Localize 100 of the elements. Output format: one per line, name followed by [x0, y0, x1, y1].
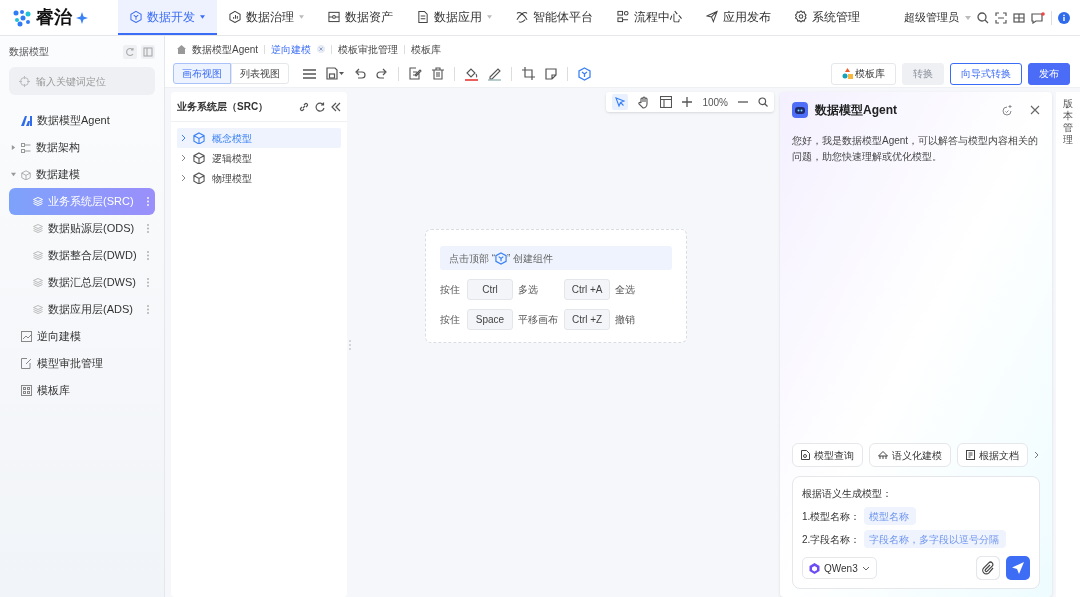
breadcrumb-link[interactable]: 模板库: [411, 41, 442, 57]
search-icon[interactable]: [758, 97, 768, 107]
action-button[interactable]: 发布: [1028, 62, 1070, 85]
attach-icon[interactable]: [976, 556, 1000, 580]
layer-item[interactable]: 数据整合层(DWD): [9, 242, 155, 269]
prompt-heading: 根据语义生成模型：: [802, 487, 893, 501]
field-label: 1.模型名称：: [802, 509, 861, 524]
tree-item[interactable]: 概念模型: [177, 128, 341, 148]
caret-icon: [965, 15, 971, 20]
info-icon[interactable]: [1058, 11, 1070, 24]
settings-icon: [795, 10, 807, 23]
sidebar-item[interactable]: 模板库: [9, 377, 155, 404]
breadcrumb-link[interactable]: 数据模型Agent: [192, 41, 259, 57]
cube-icon: [193, 152, 205, 164]
quick-action-button[interactable]: 语义化建模: [869, 443, 951, 467]
quick-action-button[interactable]: 模型查询: [792, 443, 863, 467]
chart-hexagon-icon: [229, 10, 241, 23]
key-cap: Ctrl +A: [564, 279, 611, 300]
resize-handle[interactable]: [349, 339, 351, 350]
grid-icon: [21, 385, 32, 396]
close-icon[interactable]: [317, 45, 326, 53]
note-icon[interactable]: [545, 67, 557, 80]
action-button[interactable]: 模板库: [831, 62, 896, 85]
nav-tab[interactable]: 系统管理: [783, 0, 872, 35]
quick-action-button[interactable]: 根据文档: [957, 443, 1028, 467]
menu-icon[interactable]: [303, 67, 316, 80]
nav-tab[interactable]: 数据治理: [217, 0, 316, 35]
logo-icon: [12, 8, 32, 27]
crop-icon[interactable]: [522, 67, 535, 80]
search-icon[interactable]: [977, 11, 989, 24]
chevron-right-icon[interactable]: [181, 174, 186, 182]
sidebar-item[interactable]: 数据建模: [9, 161, 155, 188]
layers-icon: [33, 305, 43, 314]
chevron-right-icon[interactable]: [1034, 451, 1039, 459]
input-field[interactable]: 模型名称: [864, 507, 917, 525]
model-select[interactable]: QWen3: [802, 557, 877, 579]
nav-tab[interactable]: 数据开发: [118, 0, 217, 35]
caret-right-icon[interactable]: [11, 145, 16, 150]
brand-name: 睿治: [36, 6, 72, 29]
search-field[interactable]: 输入关键词定位: [9, 67, 155, 95]
nav-tab[interactable]: 数据应用: [405, 0, 504, 35]
pen-icon[interactable]: [488, 66, 501, 81]
nav-tab[interactable]: 智能体平台: [504, 0, 605, 35]
layers-icon: [33, 251, 43, 260]
hint-text: 点击顶部 “: [449, 251, 496, 266]
new-chat-icon[interactable]: [1002, 104, 1013, 116]
sidebar-item[interactable]: 数据架构: [9, 134, 155, 161]
action-button[interactable]: 向导式转换: [950, 62, 1022, 85]
nav-tab[interactable]: 数据资产: [316, 0, 405, 35]
sidebar-item[interactable]: 模型审批管理: [9, 350, 155, 377]
component-icon[interactable]: [578, 66, 591, 81]
view-tab[interactable]: 列表视图: [231, 63, 289, 84]
home-icon[interactable]: [177, 44, 186, 54]
breadcrumb-link[interactable]: 模板审批管理: [338, 41, 399, 57]
nav-tab[interactable]: 流程中心: [605, 0, 694, 35]
zoom-in-icon[interactable]: [682, 97, 693, 107]
key-cap: Ctrl +Z: [564, 309, 611, 330]
close-icon[interactable]: [1030, 105, 1040, 115]
nav-tab[interactable]: 应用发布: [694, 0, 783, 35]
send-icon: [706, 10, 718, 23]
link-icon[interactable]: [299, 101, 309, 112]
pointer-icon[interactable]: [612, 94, 629, 110]
document-icon: [966, 450, 975, 460]
layer-item[interactable]: 数据贴源层(ODS): [9, 215, 155, 242]
greeting-text: 您好，我是数据模型Agent，可以解答与模型内容相关的问题，助您快速理解或优化模型。: [792, 134, 1040, 164]
breadcrumb-link[interactable]: 逆向建模: [271, 41, 312, 57]
chart-icon: [21, 331, 32, 342]
chevron-right-icon[interactable]: [181, 154, 186, 162]
scan-icon[interactable]: [995, 11, 1007, 24]
sidebar-item[interactable]: 逆向建模: [9, 323, 155, 350]
layer-item[interactable]: 数据应用层(ADS): [9, 296, 155, 323]
chevron-right-icon[interactable]: [181, 134, 186, 142]
window-icon[interactable]: [1013, 11, 1025, 24]
layer-item[interactable]: 数据汇总层(DWS): [9, 269, 155, 296]
cube-icon: [130, 10, 142, 23]
delete-icon[interactable]: [432, 67, 444, 80]
user-name[interactable]: 超级管理员: [904, 9, 959, 26]
shortcut-label: 平移画布: [518, 313, 558, 327]
redo-icon[interactable]: [376, 67, 388, 80]
input-field[interactable]: 字段名称，多字段以逗号分隔: [864, 530, 1007, 548]
sidebar-item[interactable]: 数据模型Agent: [9, 107, 155, 134]
hint-text: ” 创建组件: [507, 251, 554, 266]
message-icon[interactable]: [1031, 11, 1045, 24]
collapse-icon[interactable]: [331, 101, 341, 112]
fill-icon[interactable]: [465, 66, 478, 81]
hand-icon[interactable]: [638, 95, 651, 109]
edit-icon[interactable]: [409, 67, 422, 80]
refresh-icon[interactable]: [315, 101, 325, 112]
document-search-icon: [801, 450, 810, 460]
save-icon[interactable]: [326, 67, 344, 80]
layout-icon[interactable]: [660, 96, 673, 108]
cube-icon: [193, 172, 205, 184]
sparkle-icon: [76, 11, 88, 24]
caret-down-icon[interactable]: [11, 172, 16, 177]
version-panel[interactable]: 版本管理: [1056, 92, 1080, 597]
tree-item[interactable]: 逻辑模型: [177, 148, 341, 168]
send-icon[interactable]: [1006, 556, 1030, 580]
undo-icon[interactable]: [354, 67, 366, 80]
view-tab[interactable]: 画布视图: [173, 63, 231, 84]
tree-item[interactable]: 物理模型: [177, 168, 341, 188]
